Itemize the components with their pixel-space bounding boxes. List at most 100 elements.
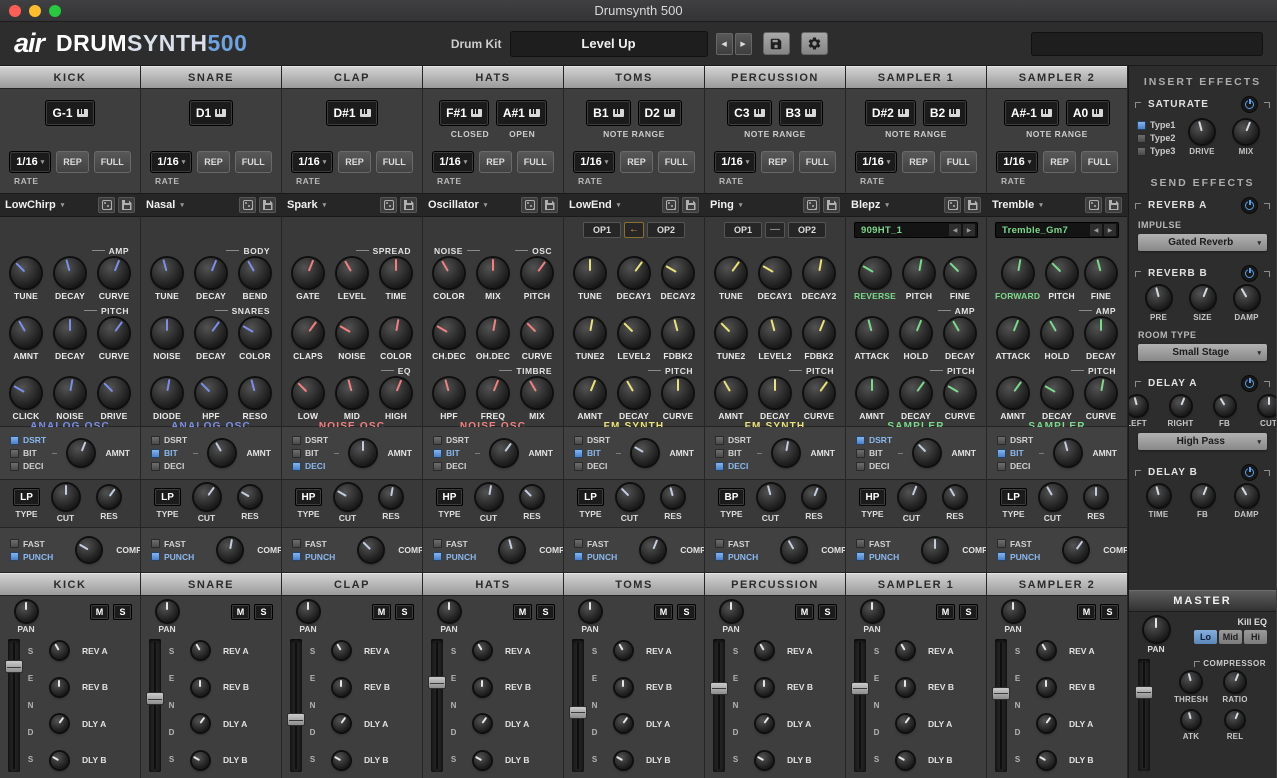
op-tab-op1[interactable]: OP1 <box>724 222 762 238</box>
crush-option-deci[interactable]: DECI <box>151 461 187 471</box>
saturate-type-type3[interactable]: Type3 <box>1137 146 1178 156</box>
crush-option-dsrt[interactable]: DSRT <box>574 435 610 445</box>
delay-a-filter-select[interactable]: High Pass ▾ <box>1138 433 1267 450</box>
volume-fader[interactable] <box>8 639 20 772</box>
knob-time[interactable] <box>1148 485 1170 507</box>
rep-button[interactable]: REP <box>620 151 653 173</box>
random-preset-button[interactable] <box>803 197 820 213</box>
fader-handle[interactable] <box>1135 686 1153 699</box>
punch-toggle[interactable]: PUNCH <box>997 552 1040 562</box>
rate-select[interactable]: 1/16▾ <box>996 151 1038 173</box>
random-preset-button[interactable] <box>98 197 115 213</box>
master-pan-knob[interactable] <box>1144 617 1169 642</box>
send-knob-dly-b[interactable] <box>192 752 209 769</box>
solo-button[interactable]: S <box>254 604 273 620</box>
knob-diode[interactable] <box>152 378 182 408</box>
preset-select[interactable]: Tremble▾ <box>992 199 1085 211</box>
knob-hold[interactable] <box>1042 318 1072 348</box>
filter-resonance-knob[interactable] <box>1085 486 1107 508</box>
preset-select[interactable]: Blepz▾ <box>851 199 944 211</box>
rep-button[interactable]: REP <box>197 151 230 173</box>
knob-amnt[interactable] <box>11 318 41 348</box>
knob-curve[interactable] <box>663 378 693 408</box>
rate-select[interactable]: 1/16▾ <box>432 151 474 173</box>
rate-select[interactable]: 1/16▾ <box>573 151 615 173</box>
pan-knob[interactable] <box>157 601 178 622</box>
op-tab-op2[interactable]: OP2 <box>647 222 685 238</box>
fader-handle[interactable] <box>569 706 587 719</box>
punch-toggle[interactable]: PUNCH <box>151 552 194 562</box>
save-preset-button[interactable] <box>1105 197 1122 213</box>
filter-resonance-knob[interactable] <box>521 486 543 508</box>
random-preset-button[interactable] <box>239 197 256 213</box>
send-knob-rev-a[interactable] <box>1038 642 1055 659</box>
knob-right[interactable] <box>1171 396 1191 416</box>
knob-fb[interactable] <box>1192 485 1214 507</box>
crush-amount-knob[interactable] <box>491 440 517 466</box>
knob-level2[interactable] <box>760 318 790 348</box>
next-sample-button[interactable]: ▶ <box>963 224 975 236</box>
knob-fine[interactable] <box>1086 258 1116 288</box>
solo-button[interactable]: S <box>536 604 555 620</box>
knob-tune[interactable] <box>575 258 605 288</box>
knob-pre[interactable] <box>1147 286 1171 310</box>
filter-type-button[interactable]: LP <box>577 488 604 506</box>
rate-select[interactable]: 1/16▾ <box>150 151 192 173</box>
send-knob-dly-a[interactable] <box>756 715 773 732</box>
send-knob-rev-b[interactable] <box>756 679 773 696</box>
knob-forward[interactable] <box>1003 258 1033 288</box>
crush-option-dsrt[interactable]: DSRT <box>997 435 1033 445</box>
knob-tune2[interactable] <box>575 318 605 348</box>
filter-cutoff-knob[interactable] <box>758 484 784 510</box>
rep-button[interactable]: REP <box>479 151 512 173</box>
send-knob-dly-b[interactable] <box>897 752 914 769</box>
next-kit-button[interactable]: ▶ <box>735 33 752 55</box>
knob-color[interactable] <box>381 318 411 348</box>
knob-color[interactable] <box>240 318 270 348</box>
volume-fader[interactable] <box>149 639 161 772</box>
kit-name-field[interactable] <box>1031 32 1263 56</box>
kill-eq-mid-button[interactable]: Mid <box>1219 630 1242 644</box>
knob-amnt[interactable] <box>857 378 887 408</box>
crush-amount-knob[interactable] <box>773 440 799 466</box>
punch-toggle[interactable]: PUNCH <box>10 552 53 562</box>
fast-toggle[interactable]: FAST <box>715 539 758 549</box>
knob-ratio[interactable] <box>1225 672 1245 692</box>
prev-kit-button[interactable]: ◀ <box>716 33 733 55</box>
sample-name-field[interactable]: 909HT_1◀▶ <box>854 222 978 238</box>
knob-curve[interactable] <box>99 318 129 348</box>
knob-decay[interactable] <box>55 258 85 288</box>
save-preset-button[interactable] <box>964 197 981 213</box>
comp-knob[interactable] <box>782 538 806 562</box>
crush-option-deci[interactable]: DECI <box>433 461 469 471</box>
crush-option-dsrt[interactable]: DSRT <box>856 435 892 445</box>
punch-toggle[interactable]: PUNCH <box>433 552 476 562</box>
collapse-bracket-icon[interactable] <box>1135 102 1141 108</box>
knob-decay[interactable] <box>1086 318 1116 348</box>
reverb-a-power-icon[interactable] <box>1242 198 1257 213</box>
comp-knob[interactable] <box>359 538 383 562</box>
random-preset-button[interactable] <box>944 197 961 213</box>
comp-knob[interactable] <box>500 538 524 562</box>
filter-type-button[interactable]: LP <box>154 488 181 506</box>
knob-decay[interactable] <box>196 318 226 348</box>
punch-toggle[interactable]: PUNCH <box>715 552 758 562</box>
filter-resonance-knob[interactable] <box>944 486 966 508</box>
fader-handle[interactable] <box>428 676 446 689</box>
knob-decay2[interactable] <box>804 258 834 288</box>
solo-button[interactable]: S <box>818 604 837 620</box>
filter-cutoff-knob[interactable] <box>476 484 502 510</box>
knob-reso[interactable] <box>240 378 270 408</box>
fast-toggle[interactable]: FAST <box>856 539 899 549</box>
crush-option-deci[interactable]: DECI <box>574 461 610 471</box>
room-type-select[interactable]: Small Stage ▾ <box>1138 344 1267 361</box>
note-button[interactable]: D1 <box>189 100 233 126</box>
knob-tune[interactable] <box>152 258 182 288</box>
punch-toggle[interactable]: PUNCH <box>856 552 899 562</box>
filter-cutoff-knob[interactable] <box>335 484 361 510</box>
rep-button[interactable]: REP <box>1043 151 1076 173</box>
knob-level2[interactable] <box>619 318 649 348</box>
rate-select[interactable]: 1/16▾ <box>714 151 756 173</box>
crush-option-deci[interactable]: DECI <box>292 461 328 471</box>
crush-amount-knob[interactable] <box>914 440 940 466</box>
